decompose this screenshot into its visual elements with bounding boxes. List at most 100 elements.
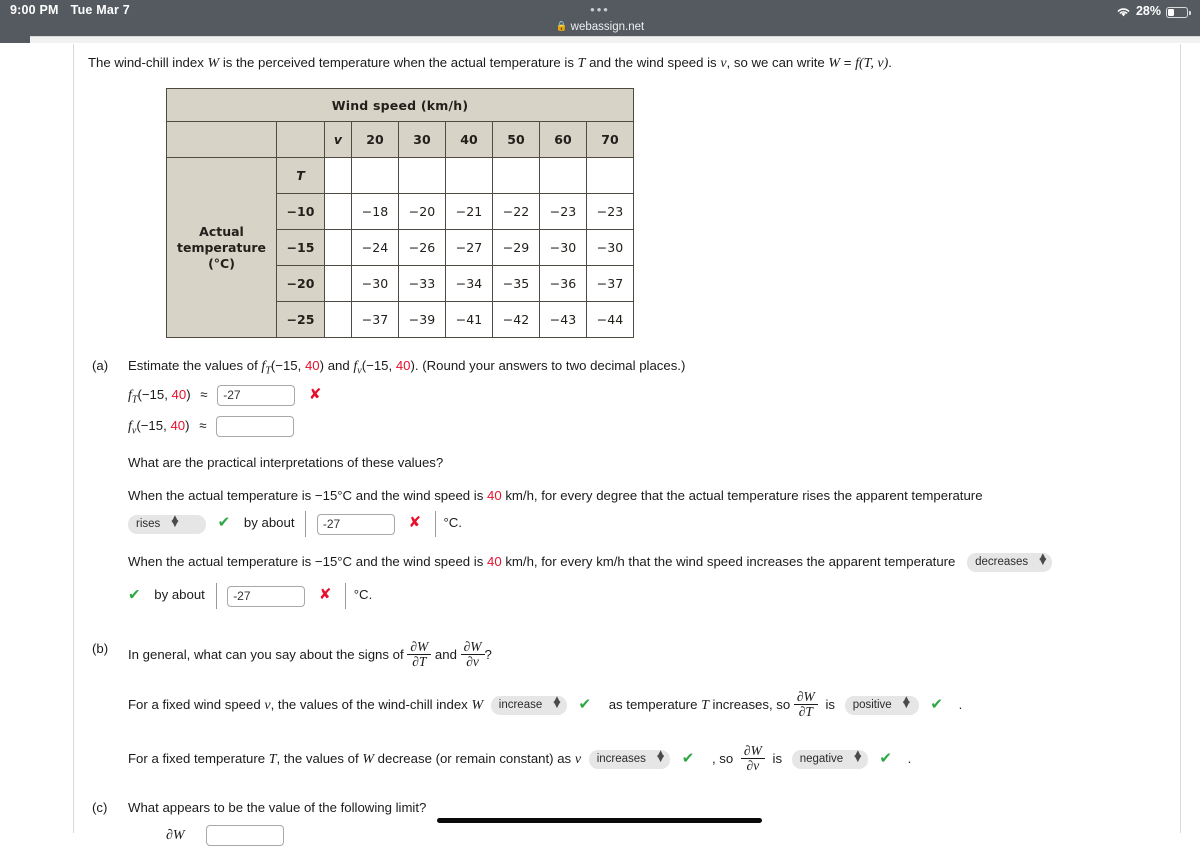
url-text: webassign.net xyxy=(570,21,645,33)
cell-3-5: −44 xyxy=(586,301,634,338)
row2-close: ) xyxy=(185,417,190,433)
interpretation-2-controls: ✔ by about -27 ✘ °C. xyxy=(128,583,372,609)
part-c-label: (c) xyxy=(92,800,108,815)
interp1-by-about-label: by about xyxy=(243,515,295,531)
s2-var-W: W xyxy=(362,752,374,768)
cell-3-0: −37 xyxy=(351,301,399,338)
cell-2-0: −30 xyxy=(351,265,399,302)
part-c-answer-input[interactable] xyxy=(206,825,285,846)
part-b-and: and xyxy=(431,647,461,663)
fT-answer-input[interactable]: -27 xyxy=(217,385,296,407)
cell-1-5: −30 xyxy=(586,229,634,266)
s1-mid2: as temperature xyxy=(608,697,702,713)
header-speed-2: 40 xyxy=(445,121,493,158)
interpretation-1-controls: rises ▲ ▼ ✔ by about -27 ✘ °C. xyxy=(128,511,462,537)
row-temp-1: −15 xyxy=(276,229,325,266)
s2-pre: For a fixed temperature xyxy=(128,751,269,767)
interp1-dropdown-label: rises xyxy=(136,517,161,530)
s2-is: is xyxy=(772,751,783,767)
cell-1-3: −29 xyxy=(492,229,540,266)
divider xyxy=(215,583,217,609)
row-temp-3: −25 xyxy=(276,301,325,338)
interp2-direction-dropdown[interactable]: decreases ▲ ▼ xyxy=(967,553,1053,572)
fT-incorrect-icon: ✘ xyxy=(308,385,322,403)
header-speed-3: 50 xyxy=(492,121,540,158)
cell-3-2: −41 xyxy=(445,301,493,338)
frac1-numerator: ∂W xyxy=(410,639,429,654)
part-a-prompt-post: . (Round your answers to two decimal pla… xyxy=(414,358,686,373)
cell-1-0: −24 xyxy=(351,229,399,266)
part-a-prompt-pre: Estimate the values of xyxy=(128,358,262,373)
row-label-line1: Actual xyxy=(199,223,244,239)
browser-url-bar[interactable]: 🔒 webassign.net xyxy=(0,21,1200,33)
interp2-red: 40 xyxy=(486,553,502,569)
intro-equals: = xyxy=(840,55,856,70)
interp2-correct-icon: ✔ xyxy=(128,585,141,604)
s1-dropdown-label: increase xyxy=(498,699,543,712)
cell-gap-1 xyxy=(324,229,352,266)
s2-mid: , the values of xyxy=(276,751,363,767)
cell-3-1: −39 xyxy=(398,301,446,338)
partial-W-partial-v-fraction: ∂W ∂v xyxy=(460,639,485,669)
chevron-updown-icon: ▲ ▼ xyxy=(902,695,910,711)
interp1-incorrect-icon: ✘ xyxy=(408,513,422,532)
header-blank-2 xyxy=(276,121,325,158)
s1-period: . xyxy=(958,697,963,713)
s2-var-v: v xyxy=(574,752,582,768)
cell-2-4: −36 xyxy=(539,265,587,302)
lock-icon: 🔒 xyxy=(555,21,568,32)
interp2-dropdown-label: decreases xyxy=(975,556,1029,568)
part-a-fv-open: (−15, xyxy=(361,358,396,373)
s1-is: is xyxy=(825,697,836,713)
fv-answer-input[interactable] xyxy=(216,416,295,437)
s2-correct-icon: ✔ xyxy=(681,749,695,768)
interp1-unit-label: °C. xyxy=(443,515,462,531)
s1-mid3: increases, so xyxy=(708,697,794,713)
chevron-updown-icon: ▲ ▼ xyxy=(553,695,561,711)
s1-var-W: W xyxy=(471,698,484,714)
part-c-partial-W: ∂W xyxy=(166,827,185,843)
intro-func-args: (T, v) xyxy=(859,56,889,71)
s1-trend-dropdown[interactable]: increase ▲ ▼ xyxy=(490,695,567,716)
interpretation-2-text: When the actual temperature is −15°C and… xyxy=(128,553,1053,572)
chevron-updown-icon: ▲ ▼ xyxy=(171,513,179,529)
intro-var-W: W xyxy=(207,56,220,71)
part-b-statement-1: For a fixed wind speed v, the values of … xyxy=(128,689,963,720)
cell-blank-T-4 xyxy=(539,157,587,194)
intro-period: . xyxy=(888,55,892,70)
frac2-numerator: ∂W xyxy=(463,639,482,654)
s2-trend-dropdown[interactable]: increases ▲ ▼ xyxy=(588,750,671,770)
s1-sign-dropdown[interactable]: positive ▲ ▼ xyxy=(844,695,919,716)
cell-blank-T-1 xyxy=(398,157,446,194)
header-speed-4: 60 xyxy=(539,121,587,158)
s1-var-T: T xyxy=(701,698,709,714)
s1-correct-icon: ✔ xyxy=(578,695,592,714)
s2-so: , so xyxy=(711,751,734,767)
s1-pre: For a fixed wind speed xyxy=(128,697,265,713)
intro-var-W2: W xyxy=(828,56,841,71)
row-label-line2: temperature xyxy=(176,239,267,255)
cell-blank-T-2 xyxy=(445,157,493,194)
s2-sign-dropdown[interactable]: negative ▲ ▼ xyxy=(791,750,868,770)
cell-blank-T-5 xyxy=(586,157,634,194)
row2-approx: ≈ xyxy=(199,417,207,433)
header-speed-1: 30 xyxy=(398,121,446,158)
interp1-direction-dropdown[interactable]: rises ▲ ▼ xyxy=(128,513,206,534)
interp1-value-input[interactable]: -27 xyxy=(316,513,395,535)
cell-0-0: −18 xyxy=(351,193,399,230)
cell-blank-T-0 xyxy=(351,157,399,194)
part-b-label: (b) xyxy=(92,641,109,656)
table-title: Wind speed (km/h) xyxy=(166,88,634,122)
s1-mid: , the values of the wind-chill index xyxy=(270,697,472,713)
s2-correct-icon-2: ✔ xyxy=(879,749,892,768)
cell-3-4: −43 xyxy=(539,301,587,338)
table-header-row: v 20 30 40 50 60 70 xyxy=(166,121,634,158)
interp2-value-input[interactable]: -27 xyxy=(227,585,306,607)
interpretation-1-text: When the actual temperature is −15°C and… xyxy=(128,488,983,503)
tab-overview-dots-icon[interactable]: ••• xyxy=(0,3,1200,16)
part-a-row-1: fT(−15, 40) ≈ -27 ✘ xyxy=(128,385,322,407)
part-a-fT-red: 40 xyxy=(304,358,320,373)
s2-dropdown2-label: negative xyxy=(799,753,844,766)
partial-W-partial-T-fraction: ∂W ∂T xyxy=(407,639,432,669)
battery-percent-label: 28% xyxy=(1135,4,1161,18)
